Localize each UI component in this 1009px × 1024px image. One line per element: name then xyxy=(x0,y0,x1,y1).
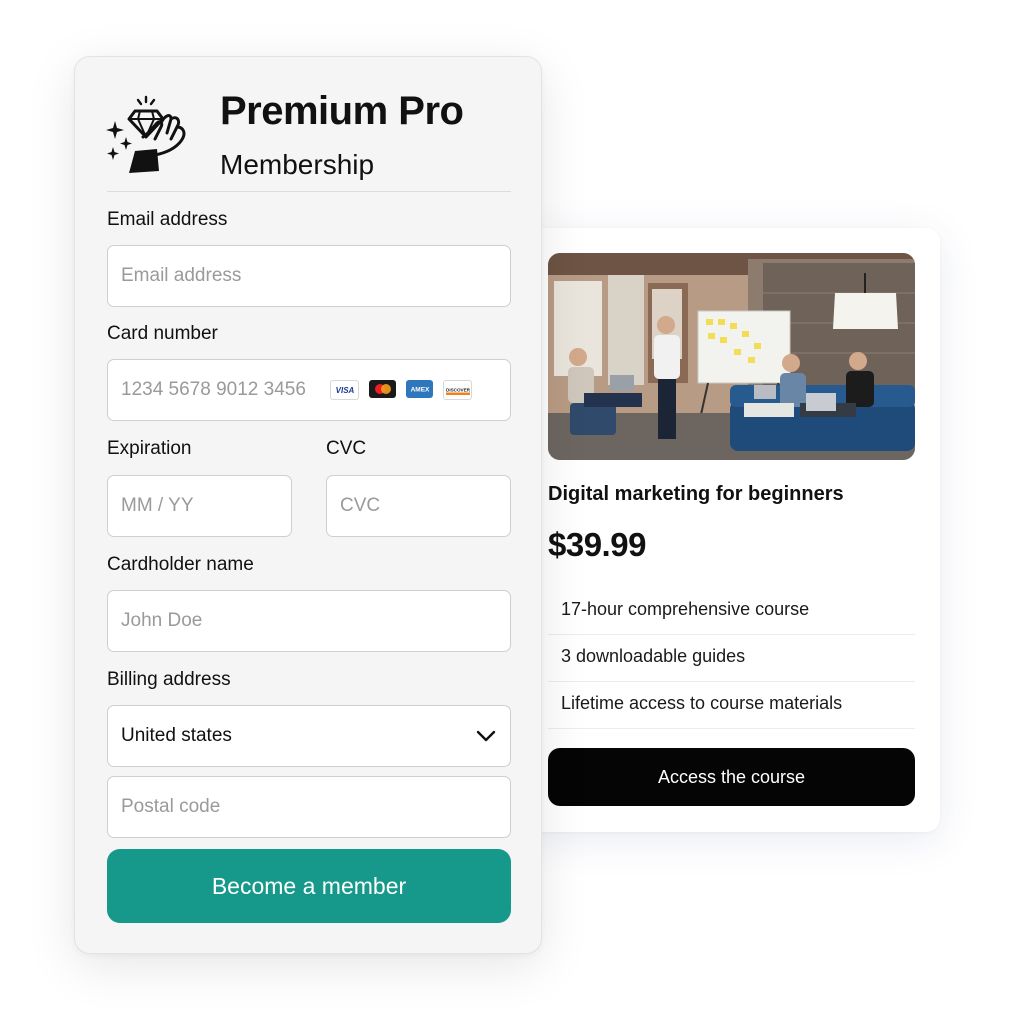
cardholder-input[interactable] xyxy=(108,591,510,651)
cvc-label: CVC xyxy=(326,438,367,459)
cardholder-label: Cardholder name xyxy=(107,554,254,575)
membership-form-card: Premium Pro Membership Email address Car… xyxy=(74,56,542,954)
cardholder-field-box xyxy=(107,590,511,652)
email-input[interactable] xyxy=(108,246,510,306)
email-field-box xyxy=(107,245,511,307)
header-divider xyxy=(107,191,511,192)
postal-code-field-box xyxy=(107,776,511,838)
chevron-down-icon xyxy=(476,730,496,742)
brand-subtitle: Membership xyxy=(220,149,375,180)
visa-icon: VISA xyxy=(330,380,359,400)
email-label: Email address xyxy=(107,209,228,230)
card-number-label: Card number xyxy=(107,323,218,344)
brand-title: Premium Pro xyxy=(220,89,464,133)
postal-code-input[interactable] xyxy=(108,777,510,837)
country-select[interactable]: United states xyxy=(107,705,511,767)
feature-item: 3 downloadable guides xyxy=(548,635,915,682)
mastercard-icon xyxy=(369,380,396,398)
discover-icon: DISCOVER xyxy=(443,380,472,400)
feature-item: Lifetime access to course materials xyxy=(548,682,915,729)
card-brand-logos: VISA AMEX DISCOVER xyxy=(330,380,472,400)
cvc-field-box xyxy=(326,475,511,537)
cvc-input[interactable] xyxy=(327,476,510,536)
amex-icon: AMEX xyxy=(406,380,433,398)
expiration-field-box xyxy=(107,475,292,537)
become-member-button[interactable]: Become a member xyxy=(107,849,511,923)
course-card: Digital marketing for beginners $39.99 1… xyxy=(528,228,940,832)
expiration-input[interactable] xyxy=(108,476,291,536)
course-price: $39.99 xyxy=(548,526,646,563)
svg-text:AMEX: AMEX xyxy=(410,387,429,394)
course-title: Digital marketing for beginners xyxy=(548,483,844,505)
feature-item: 17-hour comprehensive course xyxy=(548,588,915,635)
expiration-label: Expiration xyxy=(107,438,192,459)
svg-text:DISCOVER: DISCOVER xyxy=(446,388,470,393)
card-number-field-box: VISA AMEX DISCOVER xyxy=(107,359,511,421)
billing-address-label: Billing address xyxy=(107,669,231,690)
diamond-ring-hand-icon xyxy=(106,95,186,173)
country-select-value: United states xyxy=(121,725,232,746)
feature-list: 17-hour comprehensive course 3 downloada… xyxy=(548,588,915,729)
svg-text:VISA: VISA xyxy=(335,386,354,394)
course-photo xyxy=(548,253,915,460)
access-course-button[interactable]: Access the course xyxy=(548,748,915,806)
